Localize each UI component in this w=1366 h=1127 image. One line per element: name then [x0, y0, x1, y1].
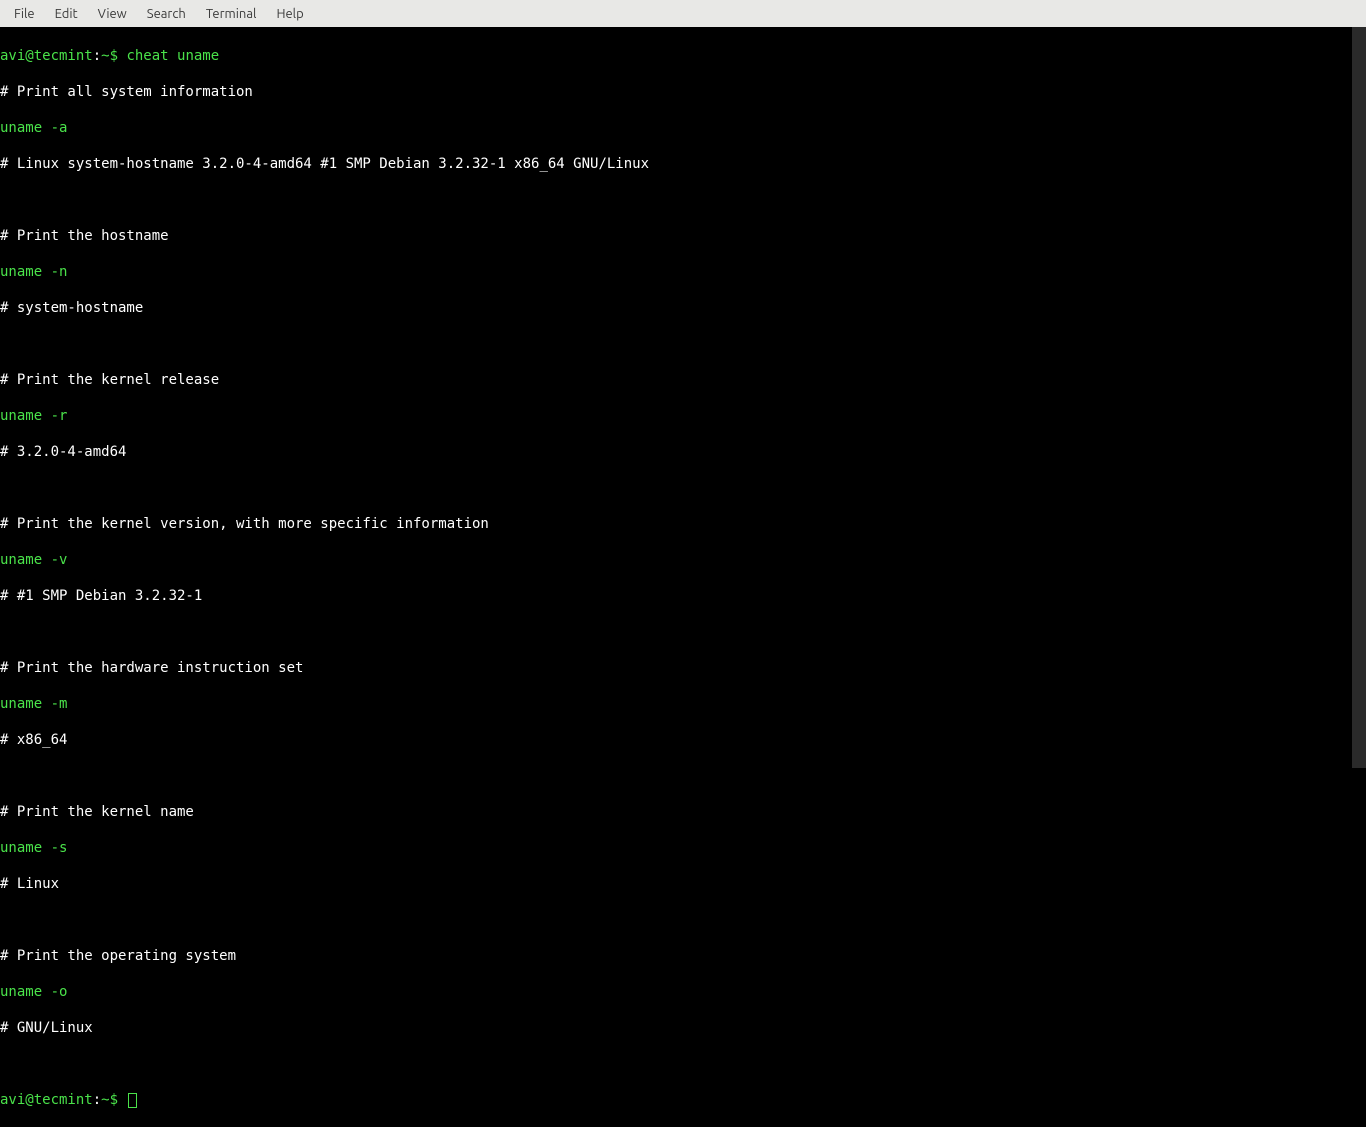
output-line: uname -n [0, 263, 1352, 281]
menu-file[interactable]: File [4, 3, 45, 25]
output-line: # Linux [0, 875, 1352, 893]
menu-edit[interactable]: Edit [45, 3, 88, 25]
blank-line [0, 911, 1352, 929]
prompt-dollar: $ [110, 48, 127, 64]
prompt-colon: : [93, 48, 101, 64]
blank-line [0, 623, 1352, 641]
output-line: # system-hostname [0, 299, 1352, 317]
output-line: uname -r [0, 407, 1352, 425]
blank-line [0, 479, 1352, 497]
output-line: # 3.2.0-4-amd64 [0, 443, 1352, 461]
output-line: # GNU/Linux [0, 1019, 1352, 1037]
prompt-colon: : [93, 1092, 101, 1108]
output-line: # #1 SMP Debian 3.2.32-1 [0, 587, 1352, 605]
prompt-line-2: avi@tecmint:~$ [0, 1091, 1352, 1109]
prompt-path: ~ [101, 1092, 109, 1108]
output-line: uname -o [0, 983, 1352, 1001]
prompt-line-1: avi@tecmint:~$ cheat uname [0, 47, 1352, 65]
output-line: # Linux system-hostname 3.2.0-4-amd64 #1… [0, 155, 1352, 173]
menu-search[interactable]: Search [137, 3, 196, 25]
blank-line [0, 191, 1352, 209]
scrollbar[interactable] [1352, 27, 1366, 768]
output-line: # x86_64 [0, 731, 1352, 749]
output-line: uname -a [0, 119, 1352, 137]
menu-help[interactable]: Help [266, 3, 313, 25]
output-line: # Print the operating system [0, 947, 1352, 965]
command-text: cheat uname [126, 48, 219, 64]
blank-line [0, 335, 1352, 353]
output-line: # Print the hostname [0, 227, 1352, 245]
output-line: # Print the hardware instruction set [0, 659, 1352, 677]
menubar: File Edit View Search Terminal Help [0, 0, 1366, 27]
terminal-area[interactable]: avi@tecmint:~$ cheat uname # Print all s… [0, 27, 1352, 768]
output-line: # Print all system information [0, 83, 1352, 101]
output-line: uname -s [0, 839, 1352, 857]
output-line: # Print the kernel release [0, 371, 1352, 389]
output-line: # Print the kernel name [0, 803, 1352, 821]
output-line: # Print the kernel version, with more sp… [0, 515, 1352, 533]
prompt-dollar: $ [110, 1092, 127, 1108]
output-line: uname -m [0, 695, 1352, 713]
output-line: uname -v [0, 551, 1352, 569]
cursor [128, 1093, 137, 1108]
prompt-path: ~ [101, 48, 109, 64]
menu-terminal[interactable]: Terminal [196, 3, 267, 25]
blank-line [0, 767, 1352, 785]
prompt-user: avi@tecmint [0, 48, 93, 64]
menu-view[interactable]: View [88, 3, 137, 25]
blank-line [0, 1055, 1352, 1073]
prompt-user: avi@tecmint [0, 1092, 93, 1108]
